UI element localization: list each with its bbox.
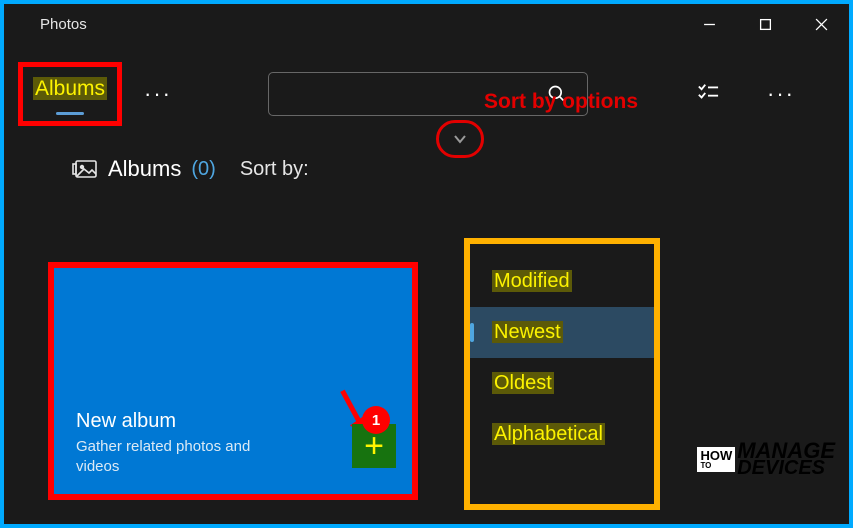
minimize-icon [703,18,716,31]
close-icon [815,18,828,31]
sortby-dropdown-toggle[interactable] [436,120,484,158]
more-tabs-button[interactable]: ··· [130,77,186,111]
page-heading: Albums [108,156,181,182]
maximize-icon [759,18,772,31]
tab-albums-label: Albums [33,77,107,100]
chevron-down-icon [453,132,467,146]
new-album-card[interactable]: New album Gather related photos and vide… [48,262,418,500]
annotation-sort-label: Sort by options [484,90,638,114]
select-icon [697,81,719,103]
close-button[interactable] [793,4,849,44]
minimize-button[interactable] [681,4,737,44]
select-button[interactable] [697,81,719,108]
sort-option-newest[interactable]: Newest [470,307,654,358]
album-count: (0) [191,158,215,181]
albums-icon [72,159,98,179]
tab-active-indicator [56,112,84,115]
sort-option-alphabetical[interactable]: Alphabetical [470,409,654,460]
more-actions-button[interactable]: ··· [753,77,809,111]
add-album-button[interactable]: 1 + [352,424,396,468]
annotation-badge: 1 [362,406,390,434]
sortby-dropdown: Modified Newest Oldest Alphabetical [464,238,660,510]
tab-albums[interactable]: Albums [18,62,122,126]
toolbar: Albums ··· ··· [4,44,849,126]
maximize-button[interactable] [737,4,793,44]
window-title: Photos [40,16,87,33]
sort-option-modified[interactable]: Modified [470,256,654,307]
watermark-logo: HOWTO MANAGEDEVICES [697,442,835,476]
card-title: New album [76,410,394,433]
sortby-label: Sort by: [240,158,309,181]
titlebar: Photos [4,4,849,44]
sort-option-oldest[interactable]: Oldest [470,358,654,409]
card-subtitle: Gather related photos and videos [76,437,296,476]
plus-icon: + [364,429,384,463]
